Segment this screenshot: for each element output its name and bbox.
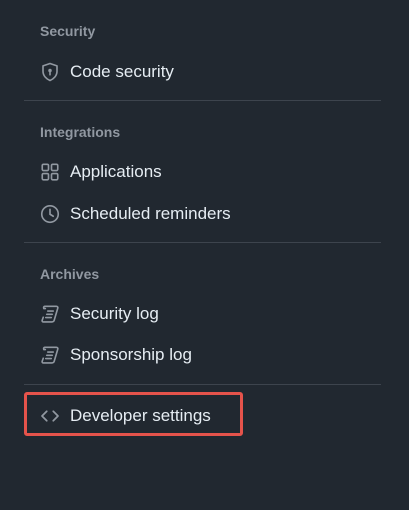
sidebar-item-label: Code security [70,62,174,81]
highlight-box [24,392,243,436]
sidebar-item-applications[interactable]: Applications [24,154,381,190]
sidebar-item-label: Security log [70,304,159,323]
log-icon [40,304,60,324]
section-heading-security: Security [40,23,96,39]
sidebar-item-label: Scheduled reminders [70,204,231,223]
section-divider [24,242,381,243]
section-heading-archives: Archives [40,266,100,282]
section-divider [24,100,381,101]
sidebar-item-code-security[interactable]: Code security [24,54,381,90]
section-divider [24,384,381,385]
apps-grid-icon [40,162,60,182]
section-heading-integrations: Integrations [40,124,121,140]
shield-lock-icon [40,62,60,82]
sidebar-item-sponsorship-log[interactable]: Sponsorship log [24,337,381,373]
log-icon [40,345,60,365]
sidebar-item-label: Sponsorship log [70,345,192,364]
sidebar-item-label: Applications [70,162,162,181]
sidebar-item-scheduled-reminders[interactable]: Scheduled reminders [24,196,381,232]
sidebar-item-security-log[interactable]: Security log [24,296,381,332]
clock-icon [40,204,60,224]
